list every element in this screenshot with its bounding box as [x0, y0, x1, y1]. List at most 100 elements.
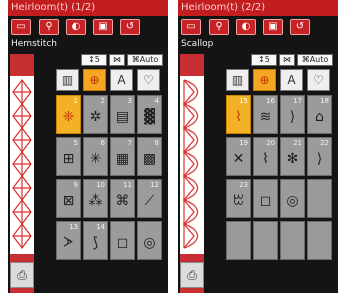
stitch-button[interactable]: 20 ⌇	[253, 137, 278, 176]
stitch-glyph: ✕	[232, 151, 245, 167]
mode-button[interactable]: ⎙	[180, 262, 204, 288]
memory-icon[interactable]: ▣	[263, 19, 283, 35]
stitch-button[interactable]: 9 ⊠	[56, 179, 81, 218]
stitch-glyph: ⌂	[315, 109, 324, 125]
stitch-button[interactable]: 22 ⟩	[307, 137, 332, 176]
stitch-button[interactable]: 12 ⟋	[137, 179, 162, 218]
stitch-name: Scallop	[181, 39, 214, 49]
stitch-name: Hemstitch	[11, 39, 57, 49]
stitch-glyph: ◻	[116, 235, 129, 251]
stitch-width-indicator[interactable]: ⋈	[109, 54, 125, 66]
stitch-glyph: ⟋	[144, 193, 155, 209]
stitch-glyph: ⊞	[62, 151, 75, 167]
screen-title: Heirloom(t) (2/2)	[178, 0, 338, 16]
stitch-number: 4	[154, 97, 159, 105]
stitch-glyph: ≋	[259, 109, 272, 125]
stitch-button[interactable]: 8 ▩	[137, 137, 162, 176]
stitch-width-indicator[interactable]: ⋈	[279, 54, 295, 66]
stitch-glyph: ⁂	[88, 193, 103, 209]
category-decorative-button[interactable]: ⊕	[253, 69, 276, 91]
sewing-screen-panel-2: Heirloom(t) (2/2) ▭ ⚲ ◐ ▣ ↺ Scallop ⊡ ⎙ …	[178, 0, 338, 293]
stitch-button[interactable]: ◎	[137, 221, 162, 260]
stitch-glyph: ✳	[89, 151, 102, 167]
reverse-icon[interactable]: ↺	[120, 19, 140, 35]
stitch-length-indicator[interactable]: ↕5	[251, 54, 277, 66]
threading-icon[interactable]: ▭	[11, 19, 31, 35]
stitch-preview	[10, 76, 34, 254]
stitch-glyph: ▓	[144, 109, 155, 125]
stitch-glyph: ꔱ	[233, 193, 244, 209]
stitch-glyph: ✻	[286, 151, 299, 167]
stitch-button[interactable]: 3 ▤	[110, 95, 135, 134]
stitch-button[interactable]: 6 ✳	[83, 137, 108, 176]
category-letters-button[interactable]: A	[110, 69, 133, 91]
stitch-button[interactable]: 2 ✲	[83, 95, 108, 134]
screen-title: Heirloom(t) (1/2)	[8, 0, 168, 16]
stitch-length-indicator[interactable]: ↕5	[81, 54, 107, 66]
stitch-glyph: ◎	[143, 235, 156, 251]
stitch-glyph: ▩	[142, 151, 157, 167]
stitch-button[interactable]: 19 ✕	[226, 137, 251, 176]
stitch-button[interactable]: 18 ⌂	[307, 95, 332, 134]
empty-slot	[307, 221, 332, 260]
stitch-number: 8	[154, 139, 159, 147]
memory-icon[interactable]: ▣	[93, 19, 113, 35]
stitch-glyph: ▤	[115, 109, 130, 125]
category-decorative-button[interactable]: ⊕	[83, 69, 106, 91]
stitch-number: 18	[320, 97, 329, 105]
tension-indicator[interactable]: ⌘Auto	[297, 54, 333, 66]
needle-icon[interactable]: ⚲	[209, 19, 229, 35]
stitch-button[interactable]: 1 ❈	[56, 95, 81, 134]
stitch-button[interactable]: ◎	[280, 179, 305, 218]
reverse-icon[interactable]: ↺	[290, 19, 310, 35]
stitch-number: 5	[73, 139, 78, 147]
stitch-button[interactable]: ◻	[253, 179, 278, 218]
stitch-number: 22	[320, 139, 329, 147]
stitch-button[interactable]: 11 ⌘	[110, 179, 135, 218]
stitch-glyph: ⟆	[92, 235, 99, 251]
empty-slot	[253, 221, 278, 260]
category-favorites-button[interactable]: ♡	[307, 69, 330, 91]
stitch-button[interactable]: 21 ✻	[280, 137, 305, 176]
stitch-button[interactable]: 4 ▓	[137, 95, 162, 134]
stitch-number: 15	[239, 97, 248, 105]
stitch-button[interactable]: 17 ⟩	[280, 95, 305, 134]
stitch-number: 11	[123, 181, 132, 189]
needle-icon[interactable]: ⚲	[39, 19, 59, 35]
stitch-number: 2	[100, 97, 105, 105]
stitch-number: 23	[239, 181, 248, 189]
empty-slot	[307, 179, 332, 218]
stitch-number: 7	[127, 139, 132, 147]
stitch-number: 6	[100, 139, 105, 147]
stitch-button[interactable]: 10 ⁂	[83, 179, 108, 218]
stitch-number: 1	[73, 97, 78, 105]
foot-icon[interactable]: ◐	[66, 19, 86, 35]
tension-indicator[interactable]: ⌘Auto	[127, 54, 163, 66]
stitch-glyph: ✲	[89, 109, 102, 125]
stitch-number: 10	[96, 181, 105, 189]
threading-icon[interactable]: ▭	[181, 19, 201, 35]
stitch-button[interactable]: 5 ⊞	[56, 137, 81, 176]
stitch-glyph: ▦	[115, 151, 130, 167]
empty-slot	[280, 221, 305, 260]
stitch-button[interactable]: 23 ꔱ	[226, 179, 251, 218]
foot-icon[interactable]: ◐	[236, 19, 256, 35]
stitch-button[interactable]: 15 ⌇	[226, 95, 251, 134]
category-letters-button[interactable]: A	[280, 69, 303, 91]
category-utility-button[interactable]: ▥	[56, 69, 79, 91]
stitch-number: 9	[73, 181, 78, 189]
mode-button[interactable]: ⎙	[10, 262, 34, 288]
stitch-button[interactable]: 7 ▦	[110, 137, 135, 176]
stitch-button[interactable]: 13 ᗆ	[56, 221, 81, 260]
category-utility-button[interactable]: ▥	[226, 69, 249, 91]
stitch-number: 17	[293, 97, 302, 105]
stitch-number: 14	[96, 223, 105, 231]
stitch-button[interactable]: 16 ≋	[253, 95, 278, 134]
stitch-number: 13	[69, 223, 78, 231]
stitch-button[interactable]: 14 ⟆	[83, 221, 108, 260]
stitch-glyph: ᗆ	[63, 235, 74, 251]
stitch-glyph: ⊠	[62, 193, 75, 209]
category-favorites-button[interactable]: ♡	[137, 69, 160, 91]
stitch-button[interactable]: ◻	[110, 221, 135, 260]
sewing-screen-panel-1: Heirloom(t) (1/2) ▭ ⚲ ◐ ▣ ↺ Hemstitch ⊡ …	[8, 0, 168, 293]
